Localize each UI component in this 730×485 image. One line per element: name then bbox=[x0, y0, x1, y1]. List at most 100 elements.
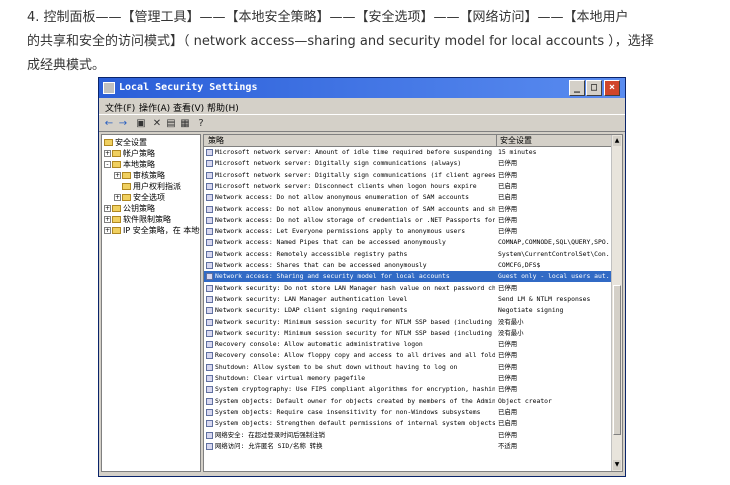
tree-node-local-policies[interactable]: - 本地策略 bbox=[104, 159, 155, 170]
policy-setting: 已启用 bbox=[498, 181, 518, 190]
expand-icon[interactable]: + bbox=[104, 205, 111, 212]
expand-icon[interactable]: + bbox=[114, 194, 121, 201]
maximize-button[interactable]: □ bbox=[586, 80, 602, 96]
policy-setting: 已启用 bbox=[498, 193, 518, 202]
policy-name: System objects: Default owner for object… bbox=[215, 396, 495, 405]
policy-row[interactable]: Recovery console: Allow floppy copy and … bbox=[204, 350, 612, 361]
console-tree: 安全设置 + 帐户策略 - 本地策略 + 审核策略 用户权利指派 + 安全选项 + 公钥策… bbox=[101, 134, 201, 472]
tree-node-software-restriction[interactable]: + 软件限制策略 bbox=[104, 214, 171, 225]
local-security-settings-window: Local Security Settings _ □ × 文件(F) 操作(A… bbox=[98, 77, 626, 477]
policy-icon bbox=[206, 262, 213, 269]
policy-row[interactable]: Network access: Sharing and security mod… bbox=[204, 271, 612, 283]
folder-icon bbox=[112, 205, 121, 212]
menu-view[interactable]: 查看(V) bbox=[173, 101, 204, 114]
policy-row[interactable]: Network access: Shares that can be acces… bbox=[204, 260, 612, 271]
policy-icon bbox=[206, 149, 213, 156]
policy-row[interactable]: 网络安全: 在超过登录时间后强制注销 已停用 bbox=[204, 430, 612, 441]
policy-name: Network security: LAN Manager authentica… bbox=[215, 294, 408, 303]
vertical-scrollbar[interactable]: ▲ ▼ bbox=[611, 135, 622, 471]
delete-icon[interactable]: ✕ bbox=[151, 118, 163, 130]
policy-icon bbox=[206, 329, 213, 337]
policy-name: Microsoft network server: Amount of idle… bbox=[215, 148, 495, 156]
policy-name: Network access: Shares that can be acces… bbox=[215, 261, 427, 269]
policy-row[interactable]: System objects: Require case insensitivi… bbox=[204, 407, 612, 418]
policy-icon bbox=[206, 442, 213, 450]
menu-action[interactable]: 操作(A) bbox=[139, 101, 170, 114]
policy-name: System objects: Strengthen default permi… bbox=[215, 419, 495, 428]
policy-row[interactable]: System objects: Strengthen default permi… bbox=[204, 418, 612, 429]
minimize-button[interactable]: _ bbox=[569, 80, 585, 96]
tree-node-security-settings[interactable]: 安全设置 bbox=[104, 137, 147, 148]
up-folder-icon[interactable]: ▣ bbox=[135, 118, 147, 130]
column-divider[interactable] bbox=[496, 135, 497, 146]
policy-row[interactable]: Network security: Minimum session securi… bbox=[204, 328, 612, 339]
list-header: 策略 安全设置 bbox=[204, 135, 612, 147]
expand-icon[interactable]: + bbox=[104, 216, 111, 223]
tree-node-user-rights[interactable]: 用户权利指派 bbox=[122, 181, 181, 192]
policy-row[interactable]: Network access: Do not allow anonymous e… bbox=[204, 204, 612, 215]
policy-icon bbox=[206, 341, 213, 349]
folder-icon bbox=[122, 172, 131, 179]
article-line-1: 4. 控制面板——【管理工具】——【本地安全策略】——【安全选项】——【网络访问… bbox=[27, 10, 629, 25]
tree-node-account-policies[interactable]: + 帐户策略 bbox=[104, 148, 155, 159]
menu-help[interactable]: 帮助(H) bbox=[207, 101, 239, 114]
properties-icon[interactable]: ▤ bbox=[165, 118, 177, 130]
policy-row[interactable]: Microsoft network server: Amount of idle… bbox=[204, 147, 612, 158]
policy-row[interactable]: Network security: Minimum session securi… bbox=[204, 317, 612, 328]
policy-setting: 已启用 bbox=[498, 407, 518, 416]
close-button[interactable]: × bbox=[604, 80, 620, 96]
policy-row[interactable]: Recovery console: Allow automatic admini… bbox=[204, 339, 612, 350]
policy-setting: 已启用 bbox=[498, 419, 518, 428]
scroll-up-icon[interactable]: ▲ bbox=[613, 136, 621, 146]
policy-setting: 已停用 bbox=[498, 430, 518, 439]
policy-setting: System\CurrentControlSet\Con... bbox=[498, 249, 610, 258]
policy-name: Network security: Minimum session securi… bbox=[215, 317, 495, 326]
scroll-thumb[interactable] bbox=[613, 285, 621, 435]
refresh-icon[interactable]: ▦ bbox=[179, 118, 191, 130]
policy-row[interactable]: Network security: LAN Manager authentica… bbox=[204, 294, 612, 305]
tree-node-ip-security[interactable]: + IP 安全策略，在 本地计 bbox=[104, 225, 200, 236]
policy-icon bbox=[206, 182, 213, 190]
policy-row[interactable]: Network access: Remotely accessible regi… bbox=[204, 249, 612, 260]
policy-setting: 已停用 bbox=[498, 215, 518, 224]
column-header-policy[interactable]: 策略 bbox=[208, 135, 224, 146]
tree-node-public-key-policies[interactable]: + 公钥策略 bbox=[104, 203, 155, 214]
policy-name: 网络安全: 在超过登录时间后强制注销 bbox=[215, 430, 325, 439]
forward-arrow-icon[interactable]: → bbox=[117, 118, 129, 130]
policy-row[interactable]: Network security: LDAP client signing re… bbox=[204, 305, 612, 316]
tree-node-security-options[interactable]: + 安全选项 bbox=[114, 192, 165, 203]
policy-row[interactable]: System objects: Default owner for object… bbox=[204, 396, 612, 407]
collapse-icon[interactable]: - bbox=[104, 161, 111, 168]
policy-name: Recovery console: Allow automatic admini… bbox=[215, 340, 423, 349]
tree-node-audit-policy[interactable]: + 审核策略 bbox=[114, 170, 165, 181]
policy-row[interactable]: Network access: Do not allow anonymous e… bbox=[204, 192, 612, 203]
policy-row[interactable]: Shutdown: Allow system to be shut down w… bbox=[204, 362, 612, 373]
expand-icon[interactable]: + bbox=[114, 172, 121, 179]
policy-row[interactable]: 网络访问: 允许匿名 SID/名称 转换 不适用 bbox=[204, 441, 612, 452]
policy-row[interactable]: System cryptography: Use FIPS compliant … bbox=[204, 384, 612, 395]
policy-name: Network security: Do not store LAN Manag… bbox=[215, 283, 495, 292]
back-arrow-icon[interactable]: ← bbox=[103, 118, 115, 130]
policy-row[interactable]: Microsoft network server: Digitally sign… bbox=[204, 170, 612, 181]
title-bar[interactable]: Local Security Settings _ □ × bbox=[99, 78, 625, 98]
expand-icon[interactable]: + bbox=[104, 227, 111, 234]
policy-row[interactable]: Network security: Do not store LAN Manag… bbox=[204, 283, 612, 294]
shield-icon bbox=[112, 227, 121, 234]
policy-setting: 已停用 bbox=[498, 170, 518, 179]
expand-icon[interactable]: + bbox=[104, 150, 111, 157]
column-header-setting[interactable]: 安全设置 bbox=[500, 135, 532, 146]
policy-name: Network access: Named Pipes that can be … bbox=[215, 238, 446, 247]
scroll-down-icon[interactable]: ▼ bbox=[613, 460, 621, 470]
help-icon[interactable]: ? bbox=[195, 118, 207, 130]
policy-row[interactable]: Shutdown: Clear virtual memory pagefile 已… bbox=[204, 373, 612, 384]
policy-name: Network access: Sharing and security mod… bbox=[215, 272, 450, 281]
policy-icon bbox=[206, 228, 213, 236]
policy-row[interactable]: Microsoft network server: Disconnect cli… bbox=[204, 181, 612, 192]
policy-setting: 没有最小 bbox=[498, 328, 524, 337]
policy-row[interactable]: Network access: Let Everyone permissions… bbox=[204, 226, 612, 237]
policy-row[interactable]: Microsoft network server: Digitally sign… bbox=[204, 158, 612, 169]
policy-row[interactable]: Network access: Named Pipes that can be … bbox=[204, 237, 612, 248]
menu-file[interactable]: 文件(F) bbox=[105, 101, 135, 114]
policy-row[interactable]: Network access: Do not allow storage of … bbox=[204, 215, 612, 226]
policy-setting: 已停用 bbox=[498, 351, 518, 360]
